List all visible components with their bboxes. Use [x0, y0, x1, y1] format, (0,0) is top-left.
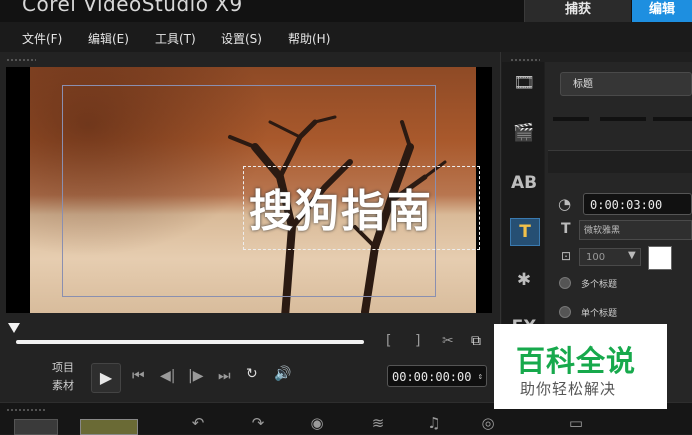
panel-grip[interactable]: [6, 408, 46, 412]
auto-music-icon[interactable]: ♫: [422, 414, 446, 433]
motion-tracking-icon[interactable]: ◎: [476, 414, 500, 433]
next-frame-icon[interactable]: |▶: [188, 368, 203, 384]
radio-single-title[interactable]: [559, 306, 571, 318]
menu-bar: 文件(F) 编辑(E) 工具(T) 设置(S) 帮助(H): [0, 22, 692, 53]
play-button[interactable]: ▶: [91, 363, 121, 393]
mark-out-icon[interactable]: ]: [415, 333, 420, 349]
chevron-down-icon[interactable]: ▼: [628, 250, 636, 261]
instant-project-icon[interactable]: 🎬: [510, 120, 538, 146]
volume-icon[interactable]: 🔊: [274, 366, 291, 382]
divider: [553, 117, 589, 121]
options-tab-strip: [548, 150, 692, 173]
mode-project-label[interactable]: 项目: [52, 359, 74, 375]
media-icon[interactable]: 🎞: [510, 70, 538, 96]
repeat-icon[interactable]: ↻: [246, 366, 258, 382]
subtitle-icon[interactable]: ▭: [564, 414, 588, 433]
tab-edit[interactable]: 编辑: [632, 0, 692, 22]
timecode-stepper-icon[interactable]: ⇕: [478, 366, 483, 388]
scrubber-track[interactable]: [16, 340, 364, 344]
transition-icon[interactable]: AB: [510, 170, 538, 196]
mixer-icon[interactable]: ≋: [366, 414, 390, 433]
previous-frame-icon[interactable]: ◀|: [160, 368, 175, 384]
radio-multiple-titles-label: 多个标题: [581, 280, 618, 290]
panel-grip[interactable]: [6, 58, 36, 62]
font-size-icon: ⊡: [561, 249, 572, 263]
clock-icon: ◔: [558, 195, 572, 213]
redo-icon[interactable]: ↷: [246, 414, 270, 433]
timecode-value: 00:00:00:00: [392, 370, 472, 384]
enlarge-icon[interactable]: ⧉: [471, 333, 481, 349]
app-title: Corel VideoStudio X9: [22, 0, 243, 16]
watermark-subtitle: 助你轻松解决: [520, 380, 617, 398]
menu-help[interactable]: 帮助(H): [288, 30, 330, 47]
menu-file[interactable]: 文件(F): [22, 30, 62, 47]
title-overlay-text[interactable]: 搜狗指南: [249, 175, 433, 239]
scissors-icon[interactable]: ✂: [442, 333, 454, 349]
mode-clip-label[interactable]: 素材: [52, 377, 74, 393]
graphics-icon[interactable]: ✱: [510, 267, 538, 293]
menu-edit[interactable]: 编辑(E): [88, 30, 129, 47]
text-color-swatch[interactable]: [648, 246, 672, 270]
font-icon: T: [561, 221, 571, 237]
menu-tools[interactable]: 工具(T): [155, 30, 196, 47]
watermark-logo: 百科全说: [516, 344, 637, 378]
mark-in-icon[interactable]: [: [386, 333, 391, 349]
menu-settings[interactable]: 设置(S): [221, 30, 262, 47]
radio-multiple-titles[interactable]: [559, 277, 571, 289]
scrubber-handle[interactable]: [8, 323, 20, 333]
font-field[interactable]: 微软雅黑: [579, 220, 692, 240]
record-icon[interactable]: ◉: [305, 414, 329, 433]
divider: [653, 117, 692, 121]
end-icon[interactable]: ⏭: [218, 368, 231, 384]
undo-icon[interactable]: ↶: [186, 414, 210, 433]
title-icon[interactable]: T: [510, 218, 540, 246]
tab-capture[interactable]: 捕获: [524, 0, 631, 22]
duration-field[interactable]: 0:00:03:00: [583, 193, 692, 215]
home-icon[interactable]: ⏮: [132, 368, 145, 384]
timecode-field[interactable]: 00:00:00:00 ⇕: [387, 365, 487, 387]
radio-single-title-label: 单个标题: [581, 309, 618, 319]
library-dropdown[interactable]: 标题: [560, 72, 692, 96]
divider: [600, 117, 646, 121]
